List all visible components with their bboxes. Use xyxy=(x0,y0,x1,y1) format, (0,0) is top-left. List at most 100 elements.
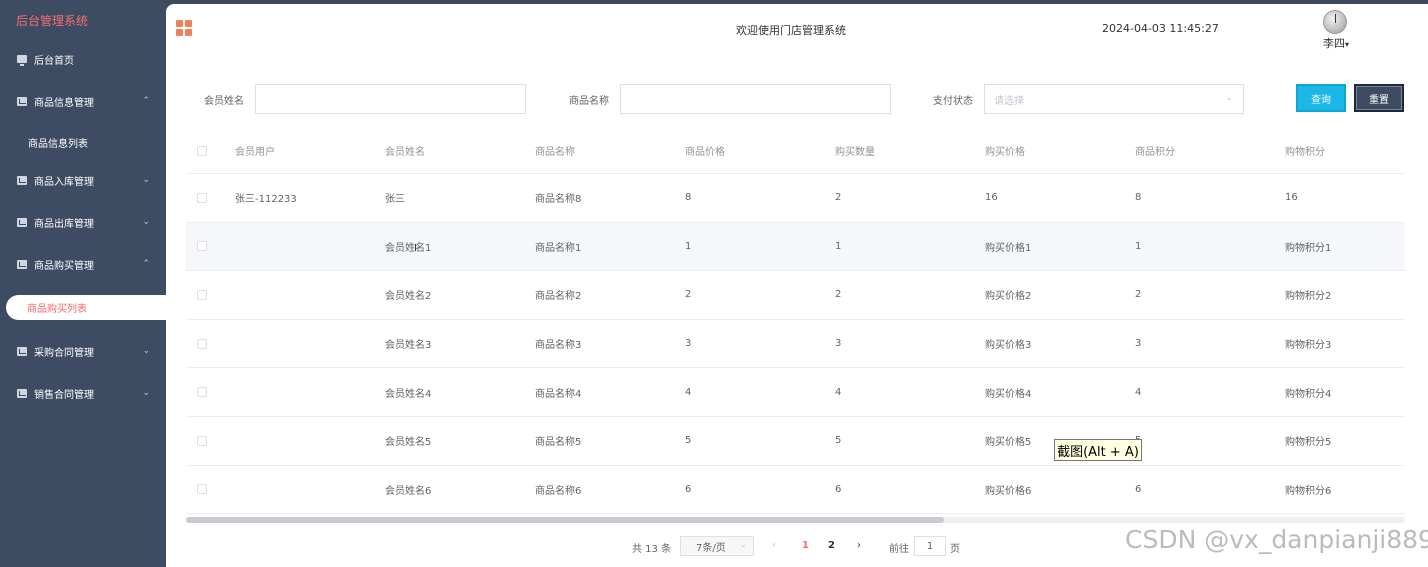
chevron-down-icon: ⌄ xyxy=(740,540,747,549)
chart-icon xyxy=(17,259,27,269)
goto-page-input[interactable]: 1 xyxy=(914,536,946,556)
sidebar-item-purchase[interactable]: 商品购买管理 ⌃ xyxy=(0,252,166,276)
sidebar-item-label: 后台首页 xyxy=(34,55,74,67)
username: 李四 xyxy=(1323,37,1345,50)
query-button[interactable]: 查询 xyxy=(1296,84,1346,112)
table-cell: 会员姓名4 xyxy=(385,388,432,400)
table-row[interactable]: 会员姓名1 商品名称1 1 1 购买价格1 1 购物积分1 xyxy=(186,222,1405,272)
table-cell: 购物积分2 xyxy=(1285,291,1332,303)
column-header: 商品价格 xyxy=(685,147,725,158)
sidebar-item-label: 商品入库管理 xyxy=(34,176,94,188)
table-cell: 4 xyxy=(835,386,842,398)
goto-label: 前往 xyxy=(889,544,909,555)
column-header: 商品名称 xyxy=(535,147,575,158)
table-cell: 4 xyxy=(1135,386,1142,398)
row-checkbox[interactable] xyxy=(197,387,207,398)
sidebar-item-label: 采购合同管理 xyxy=(34,347,94,359)
datetime: 2024-04-03 11:45:27 xyxy=(1102,22,1219,35)
table-cell: 1 xyxy=(1135,240,1142,252)
table-cell: 购买价格5 xyxy=(985,437,1032,449)
table-cell: 购买价格4 xyxy=(985,388,1032,400)
select-all-checkbox[interactable] xyxy=(197,145,207,156)
table-cell: 8 xyxy=(685,192,692,204)
table-row[interactable]: 会员姓名2 商品名称2 2 2 购买价格2 2 购物积分2 xyxy=(186,271,1405,320)
column-header: 会员姓名 xyxy=(385,147,425,158)
row-checkbox[interactable] xyxy=(197,289,207,300)
row-checkbox[interactable] xyxy=(197,338,207,349)
table-cell: 购买价格1 xyxy=(985,242,1032,254)
table-cell: 5 xyxy=(835,435,842,447)
column-header: 会员用户 xyxy=(235,147,275,158)
main-panel: 欢迎使用门店管理系统 2024-04-03 11:45:27 李四▾ 会员姓名 … xyxy=(166,4,1428,567)
next-page-button[interactable]: › xyxy=(857,540,861,551)
table-cell: 购物积分3 xyxy=(1285,340,1332,352)
table-cell: 张三 xyxy=(385,194,405,206)
column-header: 购买数量 xyxy=(835,147,875,158)
horizontal-scrollbar-thumb[interactable] xyxy=(186,517,944,523)
table-row[interactable]: 会员姓名4 商品名称4 4 4 购买价格4 4 购物积分4 xyxy=(186,368,1405,417)
member-name-input[interactable] xyxy=(255,84,526,114)
table-row[interactable]: 会员姓名3 商品名称3 3 3 购买价格3 3 购物积分3 xyxy=(186,320,1405,369)
product-name-input[interactable] xyxy=(620,84,891,114)
chart-icon xyxy=(17,346,27,356)
page-number-2[interactable]: 2 xyxy=(828,540,835,551)
table-cell: 4 xyxy=(685,386,692,398)
table-cell: 商品名称3 xyxy=(535,340,582,352)
row-checkbox[interactable] xyxy=(197,241,207,252)
sidebar-subitem-product-info-list[interactable]: 商品信息列表 xyxy=(28,135,88,150)
table-cell: 2 xyxy=(1135,289,1142,301)
table-cell: 会员姓名5 xyxy=(385,437,432,449)
welcome-text: 欢迎使用门店管理系统 xyxy=(736,24,846,37)
table-cell: 2 xyxy=(835,192,842,204)
sidebar-item-procurement-contract[interactable]: 采购合同管理 ⌄ xyxy=(0,339,166,363)
table-body: 张三-112233 张三 商品名称8 8 2 16 8 16 会员姓名1 商品名称1 1 1 购买价格1… xyxy=(186,174,1405,515)
table-cell: 商品名称2 xyxy=(535,291,582,303)
reset-button[interactable]: 重置 xyxy=(1354,84,1404,112)
chevron-down-icon: ⌄ xyxy=(142,388,150,398)
table-cell: 8 xyxy=(1135,192,1142,204)
table-cell: 购物积分6 xyxy=(1285,485,1332,497)
table-cell: 购买价格2 xyxy=(985,291,1032,303)
sidebar-item-stock-out[interactable]: 商品出库管理 ⌄ xyxy=(0,210,166,234)
product-name-label: 商品名称 xyxy=(569,96,609,107)
pay-status-placeholder: 请选择 xyxy=(994,95,1024,107)
row-checkbox[interactable] xyxy=(197,192,207,203)
sidebar-item-product-info[interactable]: 商品信息管理 ⌃ xyxy=(0,89,166,113)
table-row[interactable]: 会员姓名6 商品名称6 6 6 购买价格6 6 购物积分6 xyxy=(186,466,1405,515)
chevron-down-icon: ⌄ xyxy=(142,217,150,227)
row-checkbox[interactable] xyxy=(197,435,207,446)
sidebar-item-home[interactable]: 后台首页 xyxy=(0,47,166,71)
goto-suffix: 页 xyxy=(950,544,960,555)
table-cell: 会员姓名1 xyxy=(385,242,432,254)
table-cell: 6 xyxy=(685,483,692,495)
chevron-up-icon: ⌃ xyxy=(142,96,150,106)
menu-grid-icon[interactable] xyxy=(176,20,192,36)
column-header: 商品积分 xyxy=(1135,147,1175,158)
table-cell: 2 xyxy=(835,289,842,301)
table-cell: 购物积分4 xyxy=(1285,388,1332,400)
table-row[interactable]: 会员姓名5商品名称555购买价格55购物积分5 xyxy=(186,417,1405,466)
table-cell: 张三-112233 xyxy=(235,194,297,206)
pay-status-label: 支付状态 xyxy=(933,96,973,107)
prev-page-button[interactable]: ‹ xyxy=(772,540,776,551)
avatar[interactable] xyxy=(1323,10,1347,34)
column-header: 购买价格 xyxy=(985,147,1025,158)
sidebar-item-stock-in[interactable]: 商品入库管理 ⌄ xyxy=(0,168,166,192)
table-cell: 购物积分1 xyxy=(1285,242,1332,254)
chart-icon xyxy=(17,175,27,185)
table-header: 会员用户 会员姓名 商品名称 商品价格 购买数量 购买价格 商品积分 购物积分 xyxy=(186,128,1405,174)
table-cell: 商品名称6 xyxy=(535,485,582,497)
page-size-select[interactable]: 7条/页 ⌄ xyxy=(680,536,754,556)
sidebar-subitem-purchase-list[interactable]: 商品购买列表 xyxy=(6,295,166,320)
row-checkbox[interactable] xyxy=(197,484,207,495)
sidebar-item-sales-contract[interactable]: 销售合同管理 ⌄ xyxy=(0,381,166,405)
table-cell: 16 xyxy=(985,192,998,204)
chart-icon xyxy=(17,217,27,227)
user-menu[interactable]: 李四▾ xyxy=(1323,35,1349,51)
pay-status-select[interactable]: 请选择 ⌄ xyxy=(984,84,1244,114)
chevron-down-icon: ⌄ xyxy=(142,175,150,185)
table-row[interactable]: 张三-112233 张三 商品名称8 8 2 16 8 16 xyxy=(186,174,1405,223)
page-number-1[interactable]: 1 xyxy=(802,540,809,551)
caret-down-icon: ▾ xyxy=(1345,40,1350,49)
table-cell: 1 xyxy=(685,240,692,252)
